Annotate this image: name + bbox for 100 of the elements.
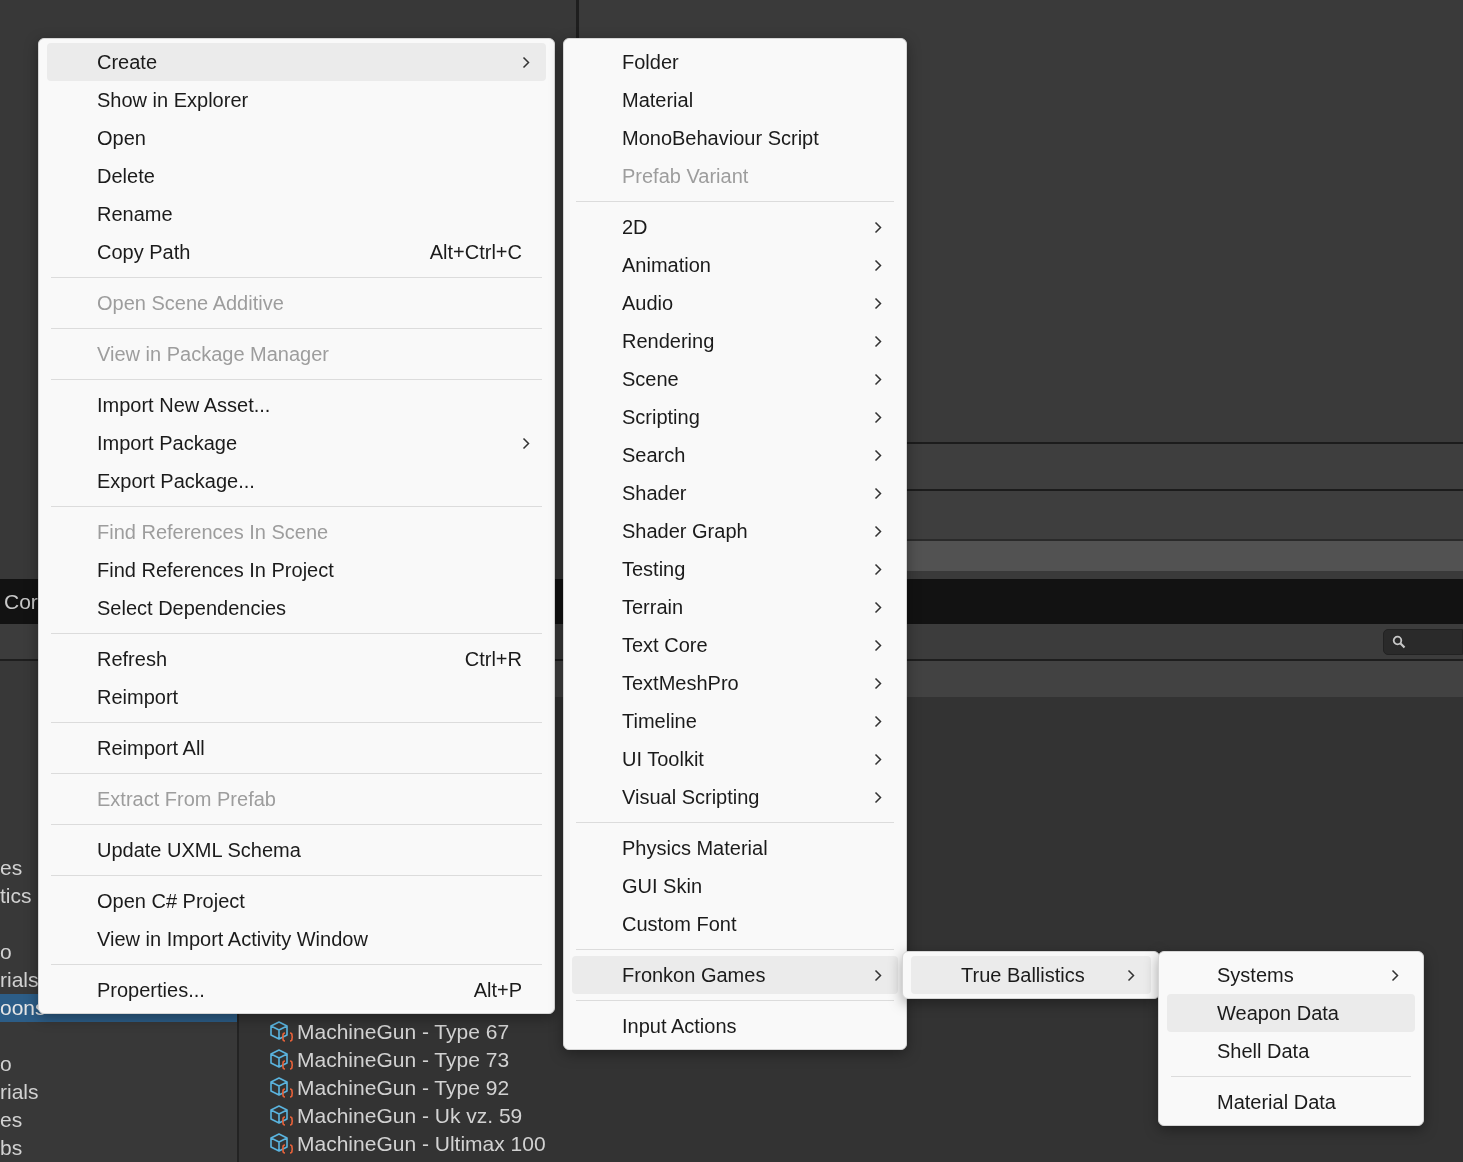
- menu-item[interactable]: Import Package: [47, 424, 546, 462]
- script-cube-icon: [269, 1076, 295, 1100]
- chevron-right-icon: [874, 968, 882, 982]
- menu-item-label: TextMeshPro: [622, 671, 740, 695]
- chevron-right-icon: [874, 524, 882, 538]
- menu-item-label: Folder: [622, 50, 680, 74]
- chevron-right-icon: [874, 600, 882, 614]
- menu-item-label: Search: [622, 443, 687, 467]
- menu-item[interactable]: Rendering: [572, 322, 898, 360]
- menu-item[interactable]: Scripting: [572, 398, 898, 436]
- menu-item[interactable]: Shader Graph: [572, 512, 898, 550]
- menu-item-label: Systems: [1217, 963, 1295, 987]
- menu-item-label: Shader: [622, 481, 688, 505]
- menu-item[interactable]: Material Data: [1167, 1083, 1415, 1121]
- menu-item-label: Material Data: [1217, 1090, 1337, 1114]
- menu-item[interactable]: Fronkon Games: [572, 956, 898, 994]
- chevron-right-icon: [874, 448, 882, 462]
- menu-item[interactable]: Terrain: [572, 588, 898, 626]
- menu-item[interactable]: Text Core: [572, 626, 898, 664]
- menu-item-label: Copy Path: [97, 240, 192, 264]
- menu-item[interactable]: UI Toolkit: [572, 740, 898, 778]
- chevron-right-icon: [522, 55, 530, 69]
- menu-item[interactable]: Timeline: [572, 702, 898, 740]
- menu-item[interactable]: Reimport All: [47, 729, 546, 767]
- project-tree-row[interactable]: o: [0, 1050, 237, 1078]
- asset-name[interactable]: MachineGun - Type 67: [297, 1020, 510, 1044]
- project-tree-row[interactable]: es: [0, 1106, 237, 1134]
- menu-item-label: Rendering: [622, 329, 716, 353]
- chevron-right-icon: [874, 334, 882, 348]
- menu-item-label: Rename: [97, 202, 174, 226]
- menu-item[interactable]: Open C# Project: [47, 882, 546, 920]
- script-cube-icon: [269, 1048, 295, 1072]
- asset-name[interactable]: MachineGun - Uk vz. 59: [297, 1104, 523, 1128]
- menu-item[interactable]: Custom Font: [572, 905, 898, 943]
- menu-item-label: Properties...: [97, 978, 206, 1002]
- project-tree-row[interactable]: bs: [0, 1134, 237, 1162]
- menu-item[interactable]: Testing: [572, 550, 898, 588]
- menu-item[interactable]: Properties... Alt+P: [47, 971, 546, 1009]
- menu-item-label: View in Package Manager: [97, 342, 330, 366]
- menu-item[interactable]: Animation: [572, 246, 898, 284]
- menu-item-label: Timeline: [622, 709, 698, 733]
- menu-item-label: Testing: [622, 557, 687, 581]
- menu-item[interactable]: Systems: [1167, 956, 1415, 994]
- tab-label[interactable]: Cor: [0, 589, 38, 614]
- menu-item-label: Find References In Project: [97, 558, 335, 582]
- menu-item[interactable]: View in Import Activity Window: [47, 920, 546, 958]
- search-icon: [1392, 634, 1406, 649]
- menu-item[interactable]: Find References In Project: [47, 551, 546, 589]
- menu-item-label: MonoBehaviour Script: [622, 126, 820, 150]
- menu-item[interactable]: Export Package...: [47, 462, 546, 500]
- menu-item-label: Reimport: [97, 685, 180, 709]
- asset-name[interactable]: MachineGun - Type 92: [297, 1076, 510, 1100]
- menu-item[interactable]: Reimport: [47, 678, 546, 716]
- menu-item[interactable]: Input Actions: [572, 1007, 898, 1045]
- menu-item[interactable]: GUI Skin: [572, 867, 898, 905]
- menu-item[interactable]: Import New Asset...: [47, 386, 546, 424]
- menu-item[interactable]: Create: [47, 43, 546, 81]
- menu-item[interactable]: Visual Scripting: [572, 778, 898, 816]
- menu-item[interactable]: 2D: [572, 208, 898, 246]
- menu-item[interactable]: Copy Path Alt+Ctrl+C: [47, 233, 546, 271]
- menu-item[interactable]: Scene: [572, 360, 898, 398]
- menu-item[interactable]: Shell Data: [1167, 1032, 1415, 1070]
- menu-item-label: Open: [97, 126, 147, 150]
- chevron-right-icon: [874, 676, 882, 690]
- menu-item[interactable]: Material: [572, 81, 898, 119]
- menu-item-label: Scene: [622, 367, 680, 391]
- menu-item[interactable]: TextMeshPro: [572, 664, 898, 702]
- menu-item-label: Create: [97, 50, 159, 74]
- menu-item-label: Show in Explorer: [97, 88, 250, 112]
- menu-item[interactable]: Show in Explorer: [47, 81, 546, 119]
- menu-item-label: Import New Asset...: [97, 393, 272, 417]
- menu-item[interactable]: Shader: [572, 474, 898, 512]
- menu-item-label: True Ballistics: [961, 963, 1086, 987]
- menu-item[interactable]: Select Dependencies: [47, 589, 546, 627]
- menu-item[interactable]: Physics Material: [572, 829, 898, 867]
- menu-item[interactable]: Open: [47, 119, 546, 157]
- chevron-right-icon: [874, 714, 882, 728]
- menu-item[interactable]: Audio: [572, 284, 898, 322]
- menu-item[interactable]: Weapon Data: [1167, 994, 1415, 1032]
- menu-item[interactable]: MonoBehaviour Script: [572, 119, 898, 157]
- menu-item[interactable]: True Ballistics: [911, 956, 1151, 994]
- menu-item-label: Shader Graph: [622, 519, 749, 543]
- menu-item-label: Weapon Data: [1217, 1001, 1340, 1025]
- script-cube-icon: [269, 1020, 295, 1044]
- menu-item-label: Refresh: [97, 647, 169, 671]
- chevron-right-icon: [522, 436, 530, 450]
- project-tree-row[interactable]: rials: [0, 1078, 237, 1106]
- asset-name[interactable]: MachineGun - Type 73: [297, 1048, 510, 1072]
- menu-item-label: Physics Material: [622, 836, 769, 860]
- menu-item-label: Import Package: [97, 431, 239, 455]
- asset-name[interactable]: MachineGun - Ultimax 100: [297, 1132, 546, 1156]
- menu-item-label: Delete: [97, 164, 156, 188]
- chevron-right-icon: [874, 486, 882, 500]
- menu-item[interactable]: Folder: [572, 43, 898, 81]
- menu-item[interactable]: Delete: [47, 157, 546, 195]
- menu-item[interactable]: Refresh Ctrl+R: [47, 640, 546, 678]
- menu-item[interactable]: Rename: [47, 195, 546, 233]
- search-field[interactable]: [1383, 628, 1463, 655]
- menu-item[interactable]: Update UXML Schema: [47, 831, 546, 869]
- menu-item[interactable]: Search: [572, 436, 898, 474]
